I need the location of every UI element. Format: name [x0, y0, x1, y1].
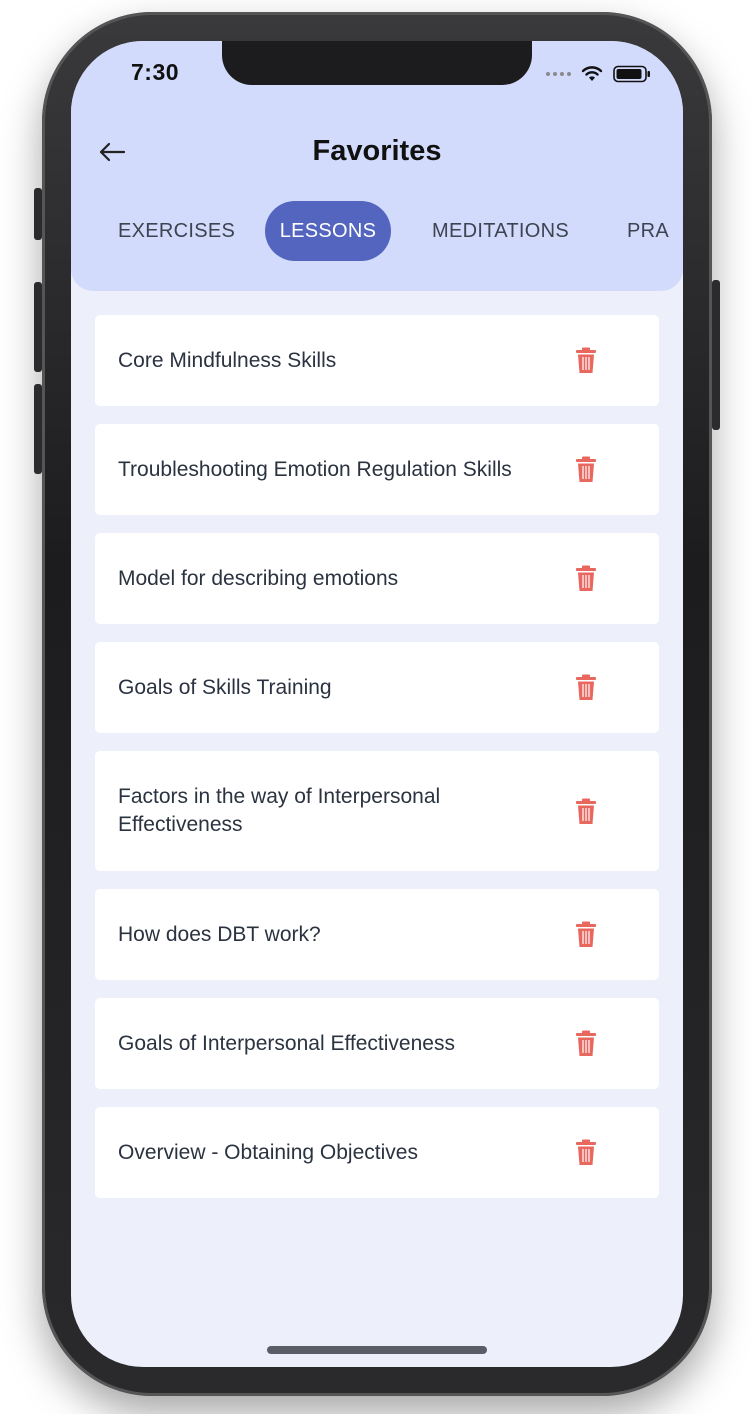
page-title: Favorites	[312, 135, 442, 167]
silent-switch	[34, 188, 42, 240]
delete-button[interactable]	[574, 673, 598, 703]
delete-button[interactable]	[574, 1138, 598, 1168]
tab-exercises[interactable]: EXERCISES	[118, 201, 235, 261]
list-item[interactable]: Troubleshooting Emotion Regulation Skill…	[95, 424, 659, 515]
wifi-icon	[581, 66, 603, 81]
battery-icon	[613, 65, 650, 83]
trash-icon	[576, 1139, 596, 1165]
delete-button[interactable]	[574, 1029, 598, 1059]
list-item[interactable]: Model for describing emotions	[95, 533, 659, 624]
volume-down-button	[34, 384, 42, 474]
signal-dots-icon	[546, 72, 571, 76]
list-item-label: Model for describing emotions	[118, 566, 399, 590]
trash-icon	[576, 1030, 596, 1056]
delete-button[interactable]	[574, 796, 598, 826]
delete-button[interactable]	[574, 564, 598, 594]
list-item[interactable]: Goals of Interpersonal Effectiveness	[95, 998, 659, 1089]
delete-button[interactable]	[574, 920, 598, 950]
list-item-label: How does DBT work?	[118, 922, 321, 946]
list-item[interactable]: Core Mindfulness Skills	[95, 315, 659, 406]
list-item[interactable]: Goals of Skills Training	[95, 642, 659, 733]
list-item-label: Goals of Skills Training	[118, 675, 332, 699]
list-item-label: Goals of Interpersonal Effectiveness	[118, 1031, 455, 1055]
delete-button[interactable]	[574, 346, 598, 376]
trash-icon	[576, 456, 596, 482]
list-item[interactable]: How does DBT work?	[95, 889, 659, 980]
status-time: 7:30	[131, 59, 180, 85]
app-screen: 7:30 Favorites EXERCISES LESSONS MEDITAT…	[71, 41, 683, 1367]
list-item[interactable]: Overview - Obtaining Objectives	[95, 1107, 659, 1198]
trash-icon	[576, 674, 596, 700]
trash-icon	[576, 921, 596, 947]
tab-bar: EXERCISES LESSONS MEDITATIONS PRA	[71, 201, 683, 261]
delete-button[interactable]	[574, 455, 598, 485]
tab-meditations[interactable]: MEDITATIONS	[432, 201, 569, 261]
trash-icon	[576, 347, 596, 373]
tab-lessons[interactable]: LESSONS	[265, 201, 391, 261]
power-button	[712, 280, 720, 430]
notch	[222, 41, 532, 85]
list-item-label: Factors in the way of Interpersonal Effe…	[118, 785, 441, 836]
list-item-label: Core Mindfulness Skills	[118, 348, 337, 372]
list-item[interactable]: Factors in the way of Interpersonal Effe…	[95, 751, 659, 871]
trash-icon	[576, 798, 596, 824]
volume-up-button	[34, 282, 42, 372]
status-icons	[546, 65, 651, 83]
tab-practices[interactable]: PRA	[627, 201, 669, 261]
list-item-label: Overview - Obtaining Objectives	[118, 1140, 418, 1164]
trash-icon	[576, 565, 596, 591]
home-indicator[interactable]	[267, 1346, 487, 1354]
list-item-label: Troubleshooting Emotion Regulation Skill…	[118, 457, 512, 481]
